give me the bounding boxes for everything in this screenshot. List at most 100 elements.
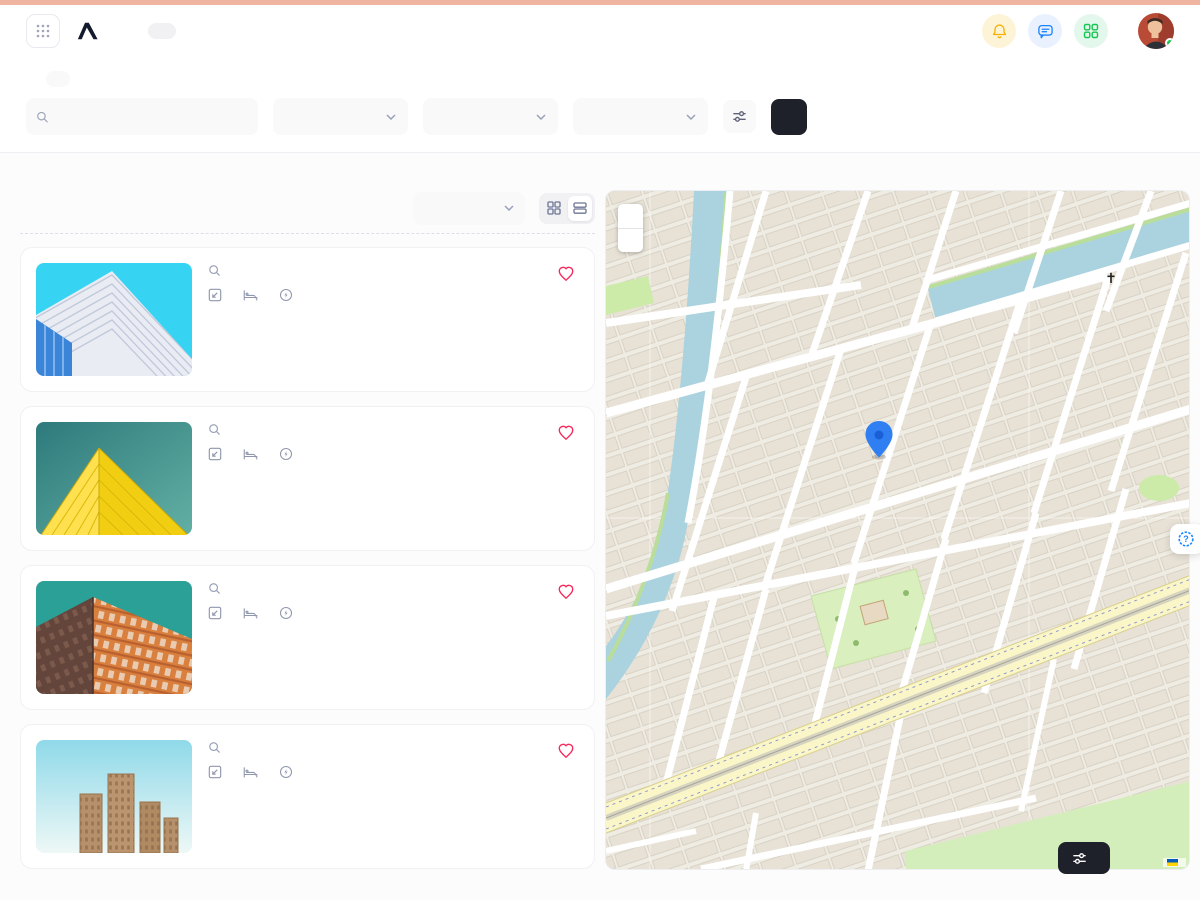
dots-grid-icon (35, 23, 51, 39)
heart-icon (556, 264, 576, 283)
area-spec (208, 765, 227, 779)
map[interactable]: ✝ (605, 190, 1190, 870)
listings (20, 247, 595, 869)
listing-card[interactable] (20, 247, 595, 392)
question-badge-icon: ? (1177, 530, 1195, 548)
messages-button[interactable] (1028, 14, 1062, 48)
customize-button[interactable] (1058, 842, 1110, 874)
zoom-out-button[interactable] (618, 228, 643, 252)
beds-spec (243, 766, 263, 778)
grid-view-icon (547, 201, 561, 215)
search-icon (208, 264, 221, 277)
location-input[interactable] (57, 109, 248, 124)
four-squares-icon (1083, 23, 1099, 39)
nav-help[interactable] (250, 23, 278, 39)
bell-icon (991, 23, 1008, 40)
area-icon (208, 288, 222, 302)
bed-icon (243, 289, 258, 301)
chevron-down-icon (386, 114, 396, 120)
chevron-down-icon (504, 205, 514, 211)
ukraine-flag-icon (1167, 859, 1178, 866)
listing-card[interactable] (20, 406, 595, 551)
divider (20, 233, 595, 234)
list-view-button[interactable] (568, 196, 592, 221)
area-spec (208, 447, 227, 461)
bed-icon (243, 607, 258, 619)
photo-yellow-pyramid (36, 422, 192, 535)
area-icon (208, 765, 222, 779)
favorite-button[interactable] (556, 741, 576, 765)
notifications-button[interactable] (982, 14, 1016, 48)
heart-icon (556, 741, 576, 760)
zoom-in-button[interactable] (618, 204, 643, 228)
search-filters (0, 57, 1200, 152)
listing-card[interactable] (20, 724, 595, 869)
map-canvas: ✝ (606, 191, 1190, 870)
tab-business-space[interactable] (110, 71, 134, 87)
avatar[interactable] (1138, 13, 1174, 49)
energy-icon (279, 765, 293, 779)
nav-pages[interactable] (182, 23, 210, 39)
view-toggle (539, 193, 595, 224)
nav-apps[interactable] (216, 23, 244, 39)
apps-grid-button[interactable] (26, 14, 60, 48)
beds-spec (243, 289, 263, 301)
favorite-button[interactable] (556, 582, 576, 606)
help-floating-button[interactable]: ? (1170, 524, 1200, 554)
online-status-dot (1165, 38, 1174, 48)
photo-orange-building (36, 581, 192, 694)
energy-spec (279, 288, 298, 302)
top-header (0, 5, 1200, 57)
listing-card[interactable] (20, 565, 595, 710)
listing-photo (36, 422, 192, 535)
list-view-icon (573, 201, 587, 215)
copyright (26, 880, 30, 894)
search-icon (208, 423, 221, 436)
tab-new-construction[interactable] (78, 71, 102, 87)
search-button[interactable] (771, 99, 807, 135)
chat-icon (1037, 23, 1054, 40)
beds-spec (243, 607, 263, 619)
nav-home[interactable] (148, 23, 176, 39)
search-icon (208, 741, 221, 754)
map-zoom-control (618, 204, 643, 252)
area-icon (208, 606, 222, 620)
price-select[interactable] (423, 98, 558, 135)
search-icon (208, 582, 221, 595)
tab-rent[interactable] (14, 71, 38, 87)
listing-photo (36, 263, 192, 376)
beds-select[interactable] (573, 98, 708, 135)
main-nav (148, 23, 278, 39)
heart-icon (556, 582, 576, 601)
results-panel (20, 188, 595, 869)
favorite-button[interactable] (556, 264, 576, 288)
metronic-logo-icon (76, 19, 100, 43)
sort-select[interactable] (413, 192, 525, 225)
sliders-icon (732, 109, 747, 124)
chevron-down-icon (536, 114, 546, 120)
chevron-down-icon (686, 114, 696, 120)
church-icon: ✝ (1105, 270, 1117, 286)
energy-icon (279, 447, 293, 461)
property-type-select[interactable] (273, 98, 408, 135)
listing-photo (36, 740, 192, 853)
search-icon (36, 110, 49, 124)
quick-apps-button[interactable] (1074, 14, 1108, 48)
photo-cyan-skyscraper (36, 263, 192, 376)
bed-icon (243, 766, 258, 778)
tab-buy[interactable] (46, 71, 70, 87)
area-spec (208, 606, 227, 620)
brand-logo[interactable] (76, 19, 108, 43)
favorite-button[interactable] (556, 423, 576, 447)
area-icon (208, 447, 222, 461)
heart-icon (556, 423, 576, 442)
more-filters-button[interactable] (723, 100, 756, 133)
photo-brown-towers (36, 740, 192, 853)
grid-view-button[interactable] (542, 196, 566, 221)
energy-icon (279, 606, 293, 620)
energy-spec (279, 765, 298, 779)
svg-text:?: ? (1183, 534, 1189, 544)
energy-icon (279, 288, 293, 302)
location-search (26, 98, 258, 135)
sliders-icon (1072, 851, 1087, 866)
